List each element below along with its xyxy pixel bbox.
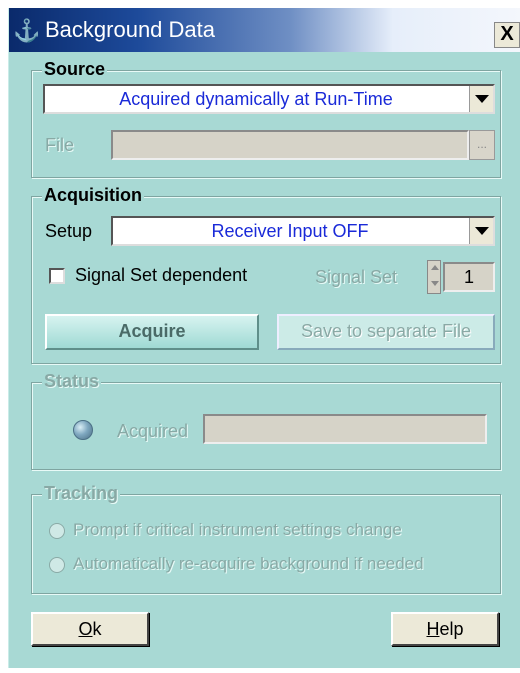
prompt-critical-label: Prompt if critical instrument settings c… (73, 520, 402, 539)
ok-button[interactable]: Ok (31, 612, 149, 646)
acquired-label: Acquired (117, 421, 189, 441)
ok-mnemonic: O (78, 619, 93, 639)
ok-label: k (92, 619, 102, 639)
chevron-down-icon[interactable] (469, 218, 493, 244)
window-title: Background Data (45, 17, 215, 42)
auto-reacquire-label: Automatically re-acquire background if n… (73, 554, 424, 573)
spin-up-icon (428, 261, 440, 277)
help-label: elp (439, 619, 464, 639)
tracking-group: Tracking (31, 483, 501, 594)
spin-down-icon (428, 277, 440, 293)
setup-combobox-value: Receiver Input OFF (211, 221, 369, 241)
close-button[interactable]: X (494, 22, 520, 48)
status-group-title: Status (42, 371, 102, 391)
file-label: File (45, 135, 75, 155)
acquired-field (203, 414, 487, 444)
signal-set-label: Signal Set (315, 267, 398, 287)
radio-prompt-critical (49, 523, 65, 539)
status-indicator-icon (73, 420, 93, 440)
radio-auto-reacquire (49, 557, 65, 573)
signal-set-value: 1 (443, 262, 495, 292)
setup-label: Setup (45, 221, 93, 241)
help-button[interactable]: Help (391, 612, 499, 646)
tracking-group-title: Tracking (42, 483, 121, 503)
source-combobox[interactable]: Acquired dynamically at Run-Time (43, 84, 495, 114)
file-field (111, 130, 469, 160)
setup-combobox[interactable]: Receiver Input OFF (111, 216, 495, 246)
signal-set-dependent-label[interactable]: Signal Set dependent (75, 264, 247, 286)
app-icon: ⚓ (13, 18, 41, 43)
source-combobox-value: Acquired dynamically at Run-Time (119, 89, 393, 109)
chevron-down-icon[interactable] (469, 86, 493, 112)
signal-set-spinner (427, 260, 441, 294)
acquisition-group-title: Acquisition (42, 185, 144, 205)
browse-button: ... (469, 130, 495, 160)
save-to-separate-file-button: Save to separate File (277, 314, 495, 350)
source-group-title: Source (42, 59, 108, 79)
acquire-button[interactable]: Acquire (45, 314, 259, 350)
title-bar[interactable]: ⚓ Background Data X (9, 8, 520, 52)
help-mnemonic: H (426, 619, 440, 639)
signal-set-dependent-checkbox[interactable] (49, 268, 65, 284)
background-data-dialog: ⚓ Background Data X Source Acquired dyna… (8, 8, 520, 668)
